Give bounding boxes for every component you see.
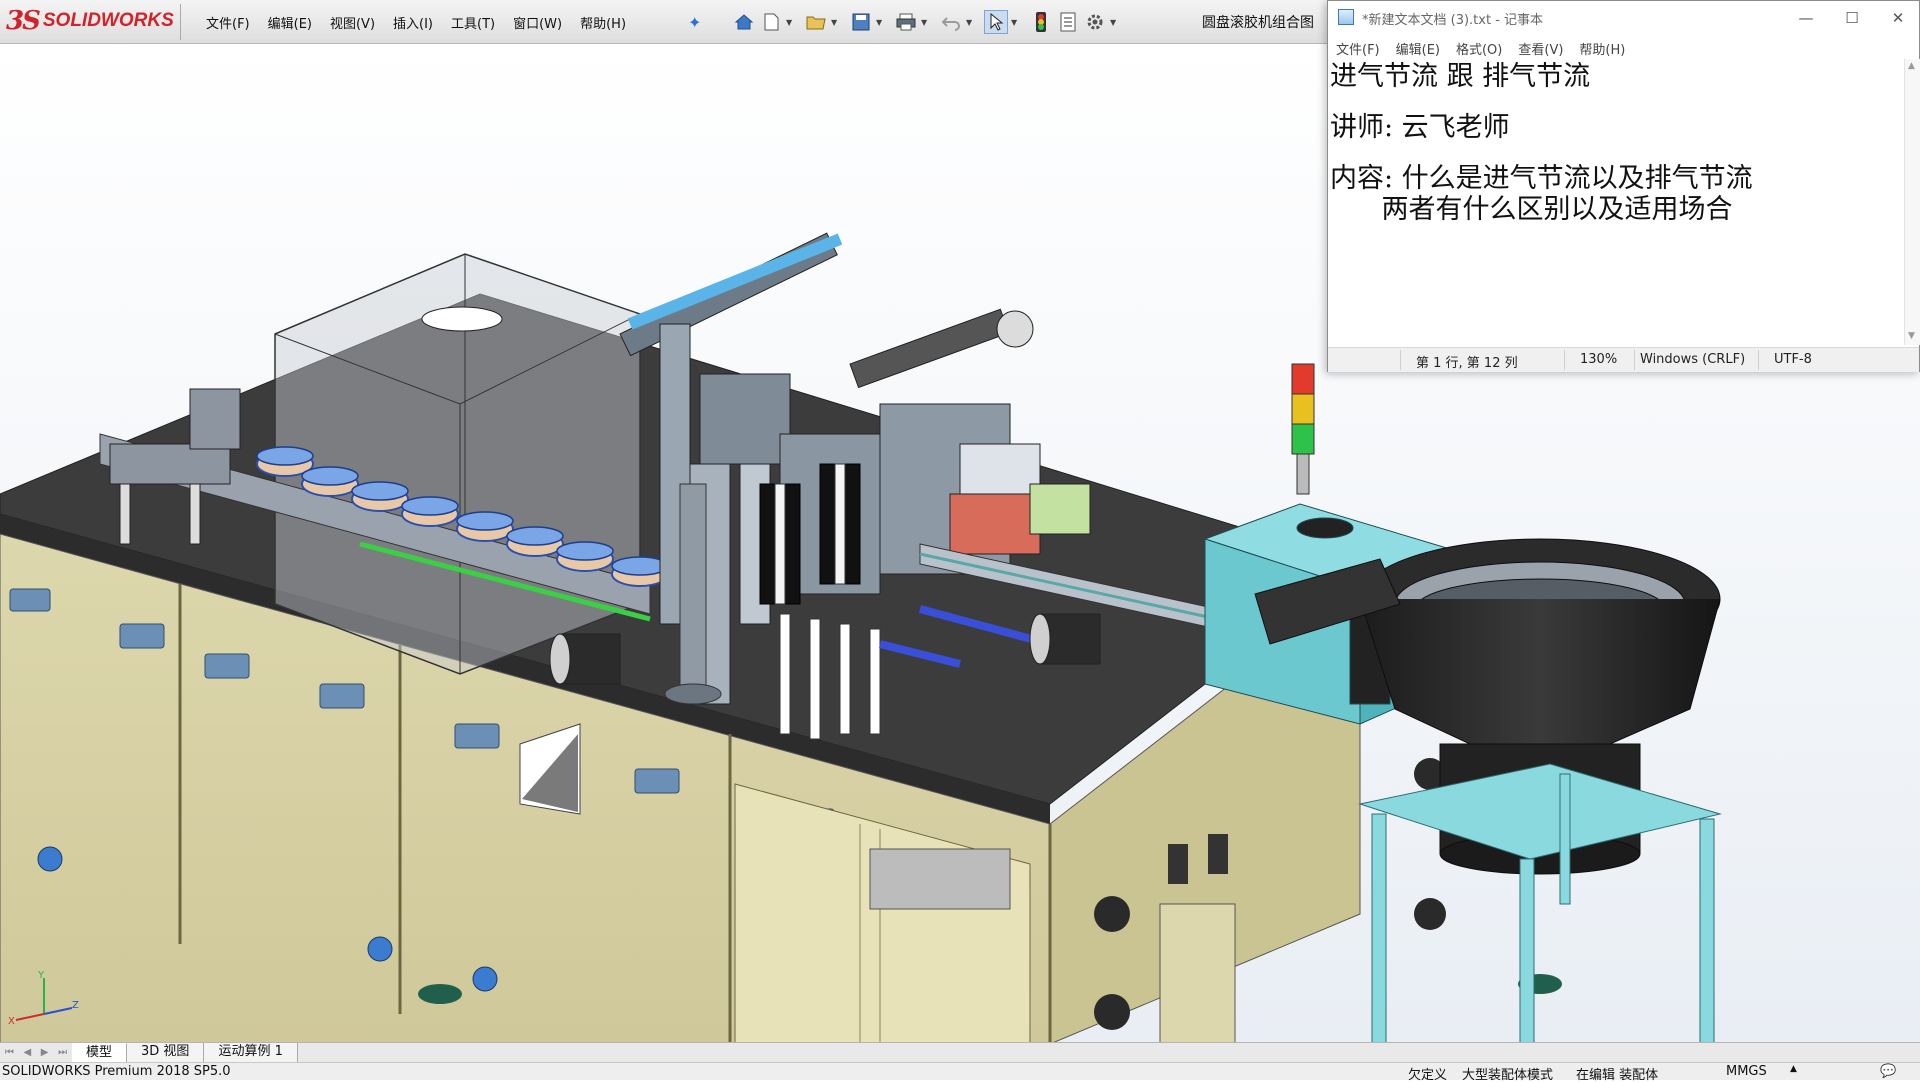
units-selector[interactable]: MMGS [1726,1064,1767,1079]
menu-insert[interactable]: 插入(I) [393,13,433,32]
open-dropdown-caret[interactable]: ▼ [831,18,841,27]
document-title: 圆盘滚胶机组合图 [1202,15,1314,31]
coordinate-triad: Y X Z [8,970,79,1027]
logo-divider [180,4,181,40]
status-separator [1564,350,1565,370]
status-editing-assembly[interactable]: 在编辑 装配体 [1576,1064,1658,1083]
notepad-window: *新建文本文档 (3).txt - 记事本 — ☐ ✕ 文件(F) 编辑(E) … [1327,0,1920,372]
menu-help[interactable]: 帮助(H) [580,13,626,32]
text-line: 进气节流 跟 排气节流 [1330,61,1591,92]
solidworks-logo[interactable]: 3S SOLIDWORKS [6,6,174,36]
home-icon[interactable] [732,10,756,34]
save-icon[interactable] [849,10,873,34]
undo-icon[interactable] [939,10,963,34]
menu-edit[interactable]: 编辑(E) [268,13,312,32]
tab-motion-study[interactable]: 运动算例 1 [204,1043,298,1062]
solidworks-brand-text: SOLIDWORKS [42,10,174,31]
undo-dropdown-caret[interactable]: ▼ [966,18,976,27]
standard-toolbar: ▼ ▼ ▼ ▼ ▼ ▼ ▼ [732,8,1128,36]
file-properties-icon[interactable] [1056,10,1080,34]
menu-view[interactable]: 视图(V) [330,13,375,32]
scroll-up-arrow-icon[interactable]: ▲ [1908,61,1915,71]
notepad-app-icon [1338,9,1354,25]
line-ending: Windows (CRLF) [1640,352,1746,367]
notepad-status-bar: 第 1 行, 第 12 列 130% Windows (CRLF) UTF-8 [1328,347,1919,372]
print-dropdown-caret[interactable]: ▼ [921,18,931,27]
status-separator [1634,350,1635,370]
product-version-label: SOLIDWORKS Premium 2018 SP5.0 [2,1064,231,1079]
select-dropdown-caret[interactable]: ▼ [1011,18,1021,27]
status-chat-icon[interactable]: 💬 [1880,1064,1896,1079]
tab-3d-view[interactable]: 3D 视图 [127,1043,205,1062]
new-document-icon[interactable] [759,10,783,34]
cursor-position: 第 1 行, 第 12 列 [1416,356,1518,371]
notepad-text-area[interactable]: 进气节流 跟 排气节流 讲师: 云飞老师内容: 什么是进气节流以及排气节流 两者有… [1328,59,1904,345]
zoom-level: 130% [1580,352,1618,367]
menu-tools[interactable]: 工具(T) [451,13,495,32]
units-caret-icon[interactable]: ▲ [1790,1064,1797,1074]
options-dropdown-caret[interactable]: ▼ [1110,18,1120,27]
text-line: 内容: 什么是进气节流以及排气节流 [1330,163,1753,194]
rebuild-traffic-light-icon[interactable] [1029,10,1053,34]
notepad-title: *新建文本文档 (3).txt - 记事本 [1362,13,1544,28]
scroll-down-arrow-icon[interactable]: ▼ [1908,331,1915,341]
notepad-title-bar[interactable]: *新建文本文档 (3).txt - 记事本 — ☐ ✕ [1328,1,1919,34]
tab-scroll-arrows[interactable]: ⏮ ◀ ▶ ⏭ [0,1044,72,1062]
minimize-button[interactable]: — [1783,1,1829,34]
ds-logo-icon: 3S [6,6,41,36]
select-arrow-icon[interactable] [984,10,1008,34]
triad-x-label: X [8,1016,15,1027]
text-line: 两者有什么区别以及适用场合 [1330,194,1733,225]
text-line: 讲师: 云飞老师 [1330,112,1510,143]
solidworks-menu-bar: 文件(F) 编辑(E) 视图(V) 插入(I) 工具(T) 窗口(W) 帮助(H… [206,0,644,44]
status-separator [1758,350,1759,370]
np-menu-format[interactable]: 格式(O) [1456,39,1502,58]
model-tabs-bar: ⏮ ◀ ▶ ⏭ 模型 3D 视图 运动算例 1 [0,1042,1920,1062]
text-line [1330,92,1904,112]
solidworks-title-bar: 3S SOLIDWORKS 文件(F) 编辑(E) 视图(V) 插入(I) 工具… [0,0,1330,44]
triad-z-label: Z [72,1000,79,1011]
solidworks-status-bar: SOLIDWORKS Premium 2018 SP5.0 欠定义 大型装配体模… [0,1062,1920,1083]
text-line [1330,143,1904,163]
triad-y-label: Y [37,970,45,981]
np-menu-file[interactable]: 文件(F) [1336,39,1380,58]
maximize-button[interactable]: ☐ [1829,1,1875,34]
status-separator [1400,350,1401,370]
save-dropdown-caret[interactable]: ▼ [876,18,886,27]
np-menu-view[interactable]: 查看(V) [1518,39,1563,58]
open-folder-icon[interactable] [804,10,828,34]
menu-file[interactable]: 文件(F) [206,13,250,32]
pin-menu-icon[interactable]: ✦ [688,13,701,32]
notepad-menu-bar: 文件(F) 编辑(E) 格式(O) 查看(V) 帮助(H) [1328,37,1641,59]
np-menu-edit[interactable]: 编辑(E) [1396,39,1440,58]
status-large-assembly-mode[interactable]: 大型装配体模式 [1462,1064,1553,1083]
print-icon[interactable] [894,10,918,34]
options-gear-icon[interactable] [1083,10,1107,34]
np-menu-help[interactable]: 帮助(H) [1579,39,1625,58]
tab-model[interactable]: 模型 [72,1043,128,1062]
notepad-vertical-scrollbar[interactable]: ▲ ▼ [1904,59,1920,345]
menu-window[interactable]: 窗口(W) [513,13,562,32]
close-button[interactable]: ✕ [1875,1,1920,34]
text-encoding: UTF-8 [1774,352,1812,367]
status-underdefined[interactable]: 欠定义 [1408,1064,1447,1083]
new-dropdown-caret[interactable]: ▼ [786,18,796,27]
